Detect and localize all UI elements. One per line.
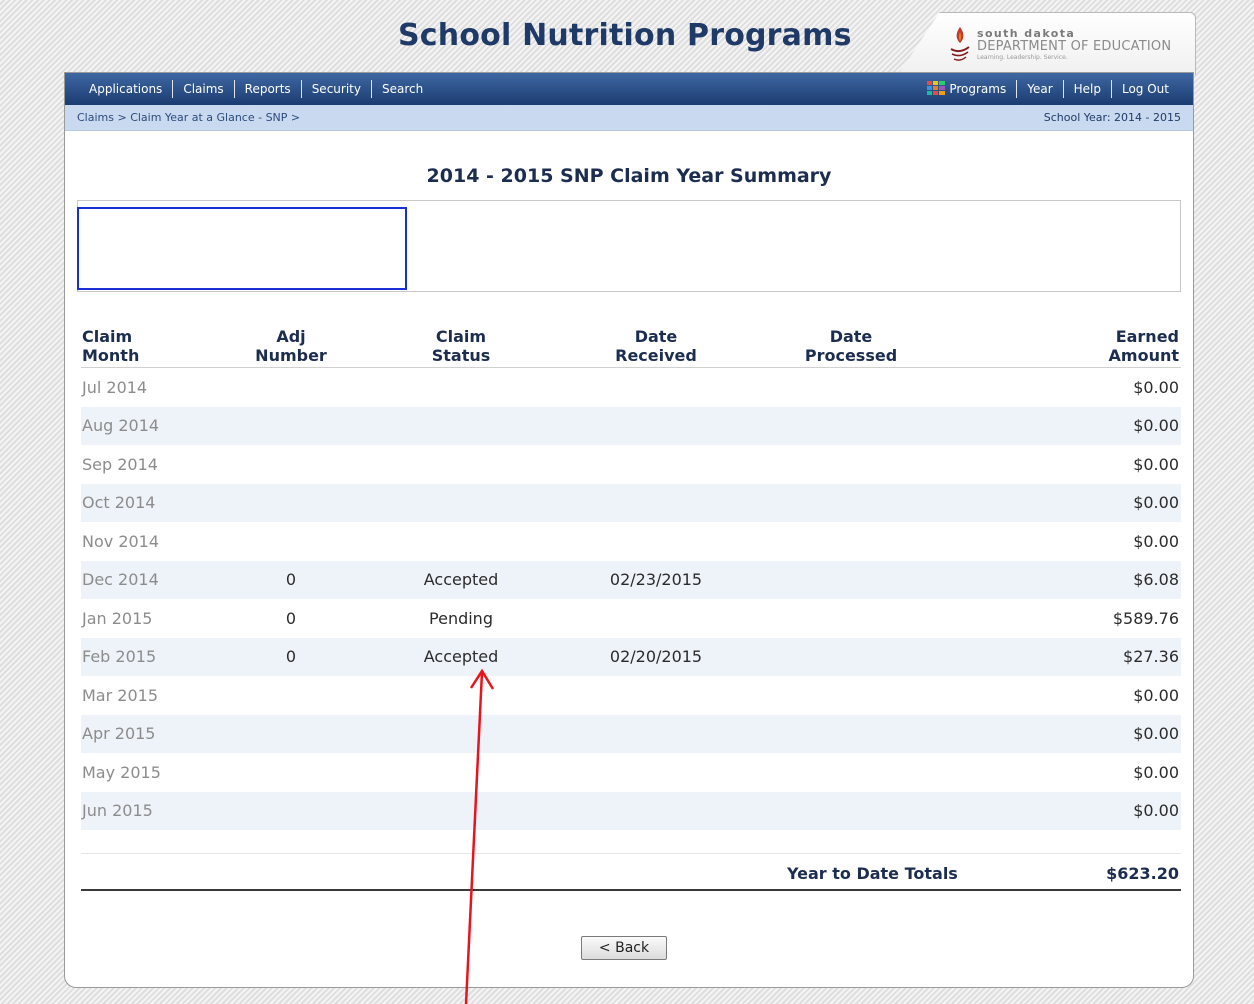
- logo-tab: south dakota DEPARTMENT OF EDUCATION Lea…: [898, 12, 1196, 75]
- nav-claims[interactable]: Claims: [173, 80, 233, 98]
- nav-divider: [1110, 80, 1112, 98]
- earned-amount-cell: $0.00: [1133, 724, 1179, 744]
- claim-status-cell: Accepted: [423, 570, 499, 590]
- earned-amount-cell: $0.00: [1133, 493, 1179, 513]
- earned-amount-cell: $6.08: [1133, 570, 1179, 590]
- claim-month-cell: Mar 2015: [82, 685, 158, 705]
- claim-month-cell: Dec 2014: [82, 570, 159, 590]
- nav-year[interactable]: Year: [1017, 80, 1062, 98]
- earned-amount-cell: $0.00: [1133, 454, 1179, 474]
- earned-amount-cell: $0.00: [1133, 685, 1179, 705]
- message-box: [77, 207, 407, 290]
- table-row: Nov 2014 $0.00: [81, 522, 1181, 561]
- table-header: Claim Month Adj Number Claim Status Date…: [81, 323, 1181, 368]
- page-title: 2014 - 2015 SNP Claim Year Summary: [426, 165, 832, 187]
- table-row: Jul 2014 $0.00: [81, 368, 1181, 407]
- nav-logout[interactable]: Log Out: [1112, 80, 1179, 98]
- table-row: Apr 2015 $0.00: [81, 714, 1181, 753]
- nav-divider: [1016, 80, 1018, 98]
- date-received-cell: 02/23/2015: [609, 570, 703, 590]
- nav-search[interactable]: Search: [372, 80, 433, 98]
- table-row: Jan 2015 0 Pending $589.76: [81, 599, 1181, 638]
- nav-divider: [300, 80, 302, 98]
- back-button[interactable]: < Back: [581, 936, 667, 960]
- breadcrumb-bar: Claims > Claim Year at a Glance - SNP > …: [65, 105, 1193, 131]
- claim-month-cell: Apr 2015: [82, 724, 156, 744]
- adj-number-cell: 0: [285, 570, 297, 590]
- nav-programs-label: Programs: [949, 82, 1007, 96]
- claim-month-cell: Sep 2014: [82, 454, 158, 474]
- table-row: Dec 2014 0 Accepted 02/23/2015 $6.08: [81, 560, 1181, 599]
- flame-torch-icon: [950, 27, 970, 61]
- date-received-cell: 02/20/2015: [609, 647, 703, 667]
- nav-left: Applications Claims Reports Security Sea…: [79, 73, 433, 105]
- earned-amount-cell: $0.00: [1133, 762, 1179, 782]
- header-date-processed: Date Processed: [804, 327, 898, 365]
- adj-number-cell: 0: [285, 608, 297, 628]
- table-body: Jul 2014 $0.00 Aug 2014 $0.00 Sep 2014 $0.00 O…: [81, 368, 1181, 830]
- school-year-label: School Year: 2014 - 2015: [1043, 111, 1181, 124]
- app-title: School Nutrition Programs: [398, 18, 852, 53]
- header-claim-month: Claim Month: [82, 327, 140, 365]
- table-row: Mar 2015 $0.00: [81, 676, 1181, 715]
- table-row: May 2015 $0.00: [81, 753, 1181, 792]
- nav-help[interactable]: Help: [1064, 80, 1111, 98]
- logo-line3: Learning. Leadership. Service.: [977, 54, 1068, 61]
- table-row: Feb 2015 0 Accepted 02/20/2015 $27.36: [81, 637, 1181, 676]
- earned-amount-cell: $0.00: [1133, 801, 1179, 821]
- table-row: Sep 2014 $0.00: [81, 445, 1181, 484]
- header-adj-number: Adj Number: [255, 327, 327, 365]
- earned-amount-cell: $27.36: [1123, 647, 1179, 667]
- earned-amount-cell: $589.76: [1112, 608, 1179, 628]
- earned-amount-cell: $0.00: [1133, 416, 1179, 436]
- totals-label: Year to Date Totals: [787, 864, 958, 883]
- totals-value: $623.20: [1106, 864, 1179, 883]
- nav-reports[interactable]: Reports: [235, 80, 301, 98]
- header-earned-amount: Earned Amount: [1108, 327, 1179, 365]
- header-claim-status: Claim Status: [431, 327, 491, 365]
- programs-grid-icon: [927, 81, 946, 95]
- top-nav: Applications Claims Reports Security Sea…: [65, 73, 1193, 105]
- logo-text: south dakota DEPARTMENT OF EDUCATION Lea…: [977, 28, 1171, 61]
- nav-right: Programs Year Help Log Out: [917, 73, 1179, 105]
- nav-security[interactable]: Security: [302, 80, 371, 98]
- claim-month-cell: Aug 2014: [82, 416, 160, 436]
- claim-month-cell: Jul 2014: [82, 377, 148, 397]
- claim-month-cell: Feb 2015: [82, 647, 157, 667]
- nav-divider: [172, 80, 174, 98]
- claim-month-cell: May 2015: [82, 762, 161, 782]
- header-date-received: Date Received: [615, 327, 697, 365]
- claims-table: Claim Month Adj Number Claim Status Date…: [81, 323, 1181, 830]
- claim-month-cell: Oct 2014: [82, 493, 156, 513]
- claim-month-cell: Jun 2015: [82, 801, 153, 821]
- claim-month-cell: Jan 2015: [82, 608, 153, 628]
- earned-amount-cell: $0.00: [1133, 377, 1179, 397]
- nav-applications[interactable]: Applications: [79, 80, 172, 98]
- claim-month-cell: Nov 2014: [82, 531, 160, 551]
- table-row: Jun 2015 $0.00: [81, 791, 1181, 830]
- totals-row: Year to Date Totals $623.20: [81, 853, 1181, 891]
- claim-status-cell: Pending: [429, 608, 493, 628]
- claim-status-cell: Accepted: [423, 647, 499, 667]
- table-row: Aug 2014 $0.00: [81, 406, 1181, 445]
- breadcrumb[interactable]: Claims > Claim Year at a Glance - SNP >: [77, 105, 300, 130]
- table-row: Oct 2014 $0.00: [81, 483, 1181, 522]
- earned-amount-cell: $0.00: [1133, 531, 1179, 551]
- nav-divider: [233, 80, 235, 98]
- logo-line1: south dakota: [977, 27, 1076, 40]
- nav-divider: [370, 80, 372, 98]
- logo-line2: DEPARTMENT OF EDUCATION: [977, 39, 1172, 54]
- nav-programs[interactable]: Programs: [917, 80, 1016, 98]
- nav-divider: [1062, 80, 1064, 98]
- main-frame: Applications Claims Reports Security Sea…: [64, 72, 1194, 988]
- adj-number-cell: 0: [285, 647, 297, 667]
